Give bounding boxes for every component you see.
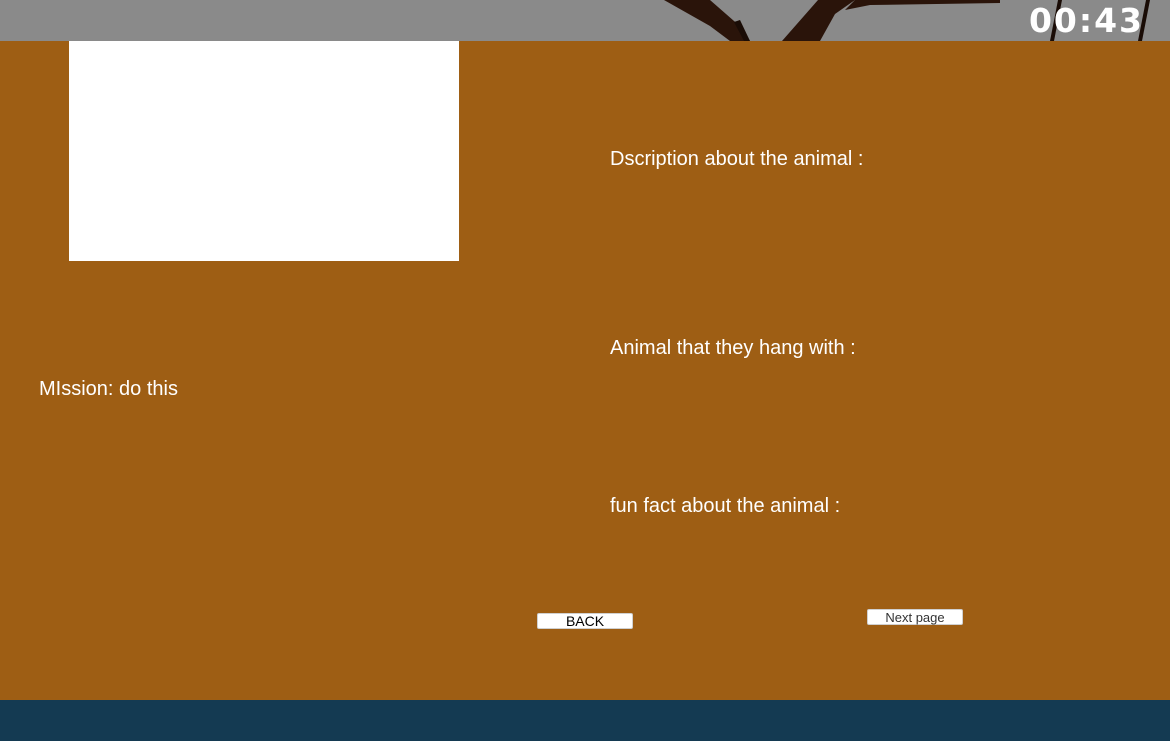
animal-image-placeholder <box>69 41 459 261</box>
bottom-strip <box>0 700 1170 741</box>
back-button[interactable]: BACK <box>537 613 633 629</box>
branch-middle <box>782 0 855 41</box>
fun-fact-label: fun fact about the animal : <box>610 495 841 517</box>
mission-text: MIssion: do this <box>39 378 178 400</box>
next-page-button[interactable]: Next page <box>867 609 963 625</box>
timer: 00:43 <box>1028 1 1144 40</box>
companions-label: Animal that they hang with : <box>610 337 856 359</box>
branch-right <box>845 0 1000 10</box>
branch-left <box>664 0 750 41</box>
top-bar: 00:43 <box>0 0 1170 41</box>
animal-info-panel: MIssion: do this Dscription about the an… <box>0 41 1170 700</box>
description-label: Dscription about the animal : <box>610 148 864 170</box>
